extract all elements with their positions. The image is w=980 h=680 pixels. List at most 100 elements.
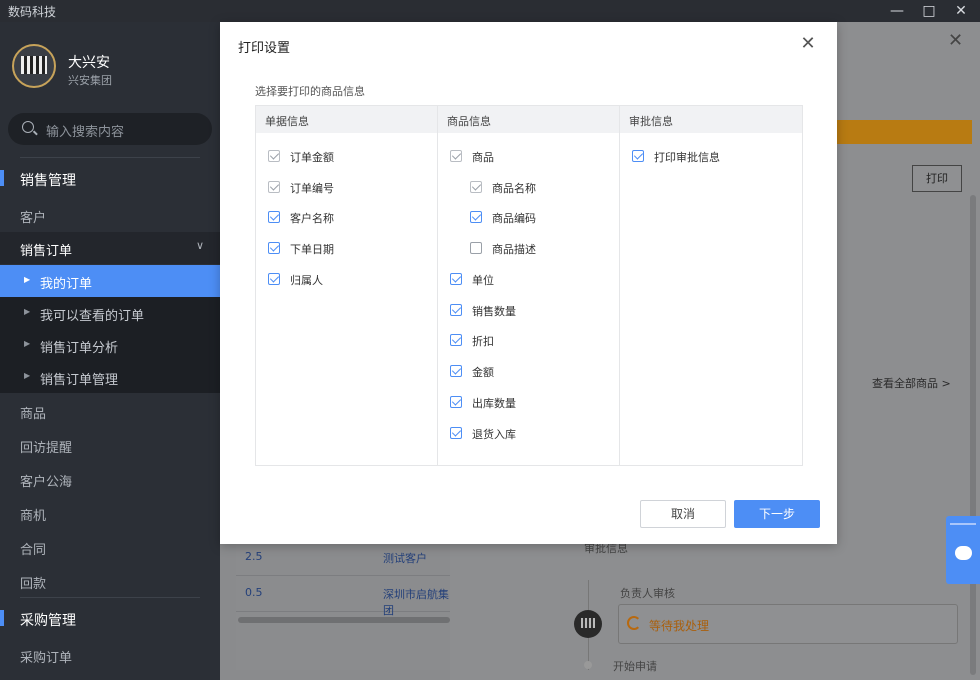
nav-divider	[20, 157, 200, 158]
sidebar-subitem-order-analysis[interactable]: ▶ 销售订单分析	[0, 329, 220, 361]
column-product-info: 商品信息 商品 商品名称 商品编码 商品描述 单位 销售数量 折扣 金额 出库数…	[438, 106, 620, 465]
nav-section-label: 销售管理	[20, 173, 76, 189]
sidebar-item-label: 合同	[20, 543, 47, 558]
sidebar-item-contract[interactable]: 合同	[0, 531, 220, 563]
column-header-label: 商品信息	[447, 115, 491, 128]
column-approval-info: 审批信息 打印审批信息	[620, 106, 802, 465]
user-company: 兴安集团	[68, 74, 112, 87]
user-name: 大兴安	[68, 55, 110, 71]
next-button[interactable]: 下一步	[734, 500, 820, 528]
sidebar-item-opportunity[interactable]: 商机	[0, 497, 220, 529]
sidebar-item-label: 商品	[20, 407, 47, 422]
section-label: 选择要打印的商品信息	[255, 85, 365, 98]
option-label: 商品描述	[492, 243, 536, 256]
table-cell: 深圳市启航集团	[383, 588, 449, 617]
checkbox-icon	[450, 427, 462, 439]
view-all-products-link[interactable]: 查看全部商品 >	[872, 375, 951, 391]
checkbox-icon	[268, 242, 280, 254]
column-document-info: 单据信息 订单金额 订单编号 客户名称 下单日期 归属人	[256, 106, 438, 465]
approval-status-text: 等待我处理	[649, 619, 710, 633]
sidebar-item-visit[interactable]: 回访提醒	[0, 429, 220, 461]
sidebar-item-purchase-order[interactable]: 采购订单	[0, 639, 220, 671]
maximize-icon[interactable]: □	[914, 0, 944, 22]
nav-section-purchase[interactable]: 采购管理	[0, 602, 220, 636]
avatar[interactable]	[12, 44, 56, 88]
sidebar-subitem-my-orders[interactable]: ▶ 我的订单	[0, 265, 220, 297]
chat-handle	[950, 523, 976, 525]
print-settings-dialog: 打印设置 ✕ 选择要打印的商品信息 单据信息 订单金额 订单编号 客户名称 下单…	[220, 22, 837, 544]
option-label: 商品名称	[492, 182, 536, 195]
close-window-icon[interactable]: ✕	[946, 0, 976, 22]
option-label: 退货入库	[472, 428, 516, 441]
option-label: 出库数量	[472, 397, 516, 410]
sidebar-item-label: 采购订单	[20, 651, 73, 666]
option-label: 归属人	[290, 274, 323, 287]
option-label: 商品	[472, 151, 494, 164]
print-options-grid: 单据信息 订单金额 订单编号 客户名称 下单日期 归属人 商品信息 商品 商品名…	[255, 105, 803, 466]
minimize-icon[interactable]: —	[882, 0, 912, 22]
sidebar-subitem-viewable-orders[interactable]: ▶ 我可以查看的订单	[0, 297, 220, 329]
checkbox-icon	[450, 304, 462, 316]
close-icon[interactable]: ✕	[796, 32, 820, 56]
approver-avatar	[574, 610, 602, 638]
option-label: 单位	[472, 274, 494, 287]
sidebar-subitem-label: 我可以查看的订单	[40, 309, 145, 324]
table-cell: 0.5	[245, 586, 263, 599]
checkbox-icon	[450, 396, 462, 408]
caret-right-icon: ▶	[24, 371, 31, 380]
chat-icon	[955, 546, 972, 560]
option-label: 折扣	[472, 335, 494, 348]
window-titlebar: 数码科技 — □ ✕	[0, 0, 980, 22]
table-cell: 2.5	[245, 550, 263, 563]
chevron-down-icon: ∨	[195, 239, 204, 252]
sidebar-item-sales-order[interactable]: 销售订单 ∨	[0, 232, 220, 264]
checkbox-icon	[470, 211, 482, 223]
nav-section-sales[interactable]: 销售管理	[0, 162, 220, 196]
checkbox-icon	[450, 365, 462, 377]
sidebar-item-payment[interactable]: 回款	[0, 565, 220, 597]
sidebar: 大兴安 兴安集团 输入搜索内容 销售管理 客户 销售订单 ∨ ▶ 我的订单 ▶ …	[0, 22, 220, 680]
sidebar-item-product[interactable]: 商品	[0, 395, 220, 427]
pending-icon	[627, 616, 641, 630]
nav-divider	[20, 597, 200, 598]
chat-float-button[interactable]	[946, 516, 980, 584]
column-header-label: 单据信息	[265, 115, 309, 128]
cancel-button[interactable]: 取消	[640, 500, 726, 528]
vertical-scrollbar[interactable]	[970, 195, 976, 675]
checkbox-icon	[450, 334, 462, 346]
sidebar-item-customer-pool[interactable]: 客户公海	[0, 463, 220, 495]
sidebar-item-customer[interactable]: 客户	[0, 199, 220, 231]
table-row[interactable]: 0.5 深圳市启航集团	[236, 576, 450, 617]
option-label: 下单日期	[290, 243, 334, 256]
sidebar-subitem-order-management[interactable]: ▶ 销售订单管理	[0, 361, 220, 393]
option-label: 订单编号	[290, 182, 334, 195]
sidebar-item-label: 客户公海	[20, 475, 73, 490]
app-title: 数码科技	[8, 5, 57, 19]
option-label: 商品编码	[492, 212, 536, 225]
caret-right-icon: ▶	[24, 307, 31, 316]
table-cell: 测试客户	[383, 552, 427, 565]
search-input[interactable]: 输入搜索内容	[8, 113, 212, 145]
checkbox-icon	[470, 181, 482, 193]
nav-section-label: 采购管理	[20, 613, 76, 629]
checkbox-icon	[470, 242, 482, 254]
caret-right-icon: ▶	[24, 339, 31, 348]
approval-status-card: 等待我处理	[618, 604, 958, 644]
checkbox-icon	[268, 211, 280, 223]
checkbox-icon	[632, 150, 644, 162]
search-placeholder: 输入搜索内容	[46, 125, 125, 140]
sidebar-item-label: 销售订单	[20, 244, 73, 259]
checkbox-icon	[268, 150, 280, 162]
section-marker	[0, 610, 4, 626]
table-row[interactable]: 2.5 测试客户	[236, 540, 450, 576]
option-label: 销售数量	[472, 305, 516, 318]
sidebar-item-label: 回款	[20, 577, 47, 592]
column-header: 单据信息	[256, 106, 437, 133]
panel-close-icon[interactable]: ✕	[948, 30, 963, 51]
print-button[interactable]: 打印	[912, 165, 962, 192]
horizontal-scrollbar[interactable]	[238, 617, 450, 623]
search-icon	[22, 121, 34, 133]
status-banner	[836, 120, 972, 144]
column-header-label: 审批信息	[629, 115, 673, 128]
checkbox-icon	[268, 181, 280, 193]
